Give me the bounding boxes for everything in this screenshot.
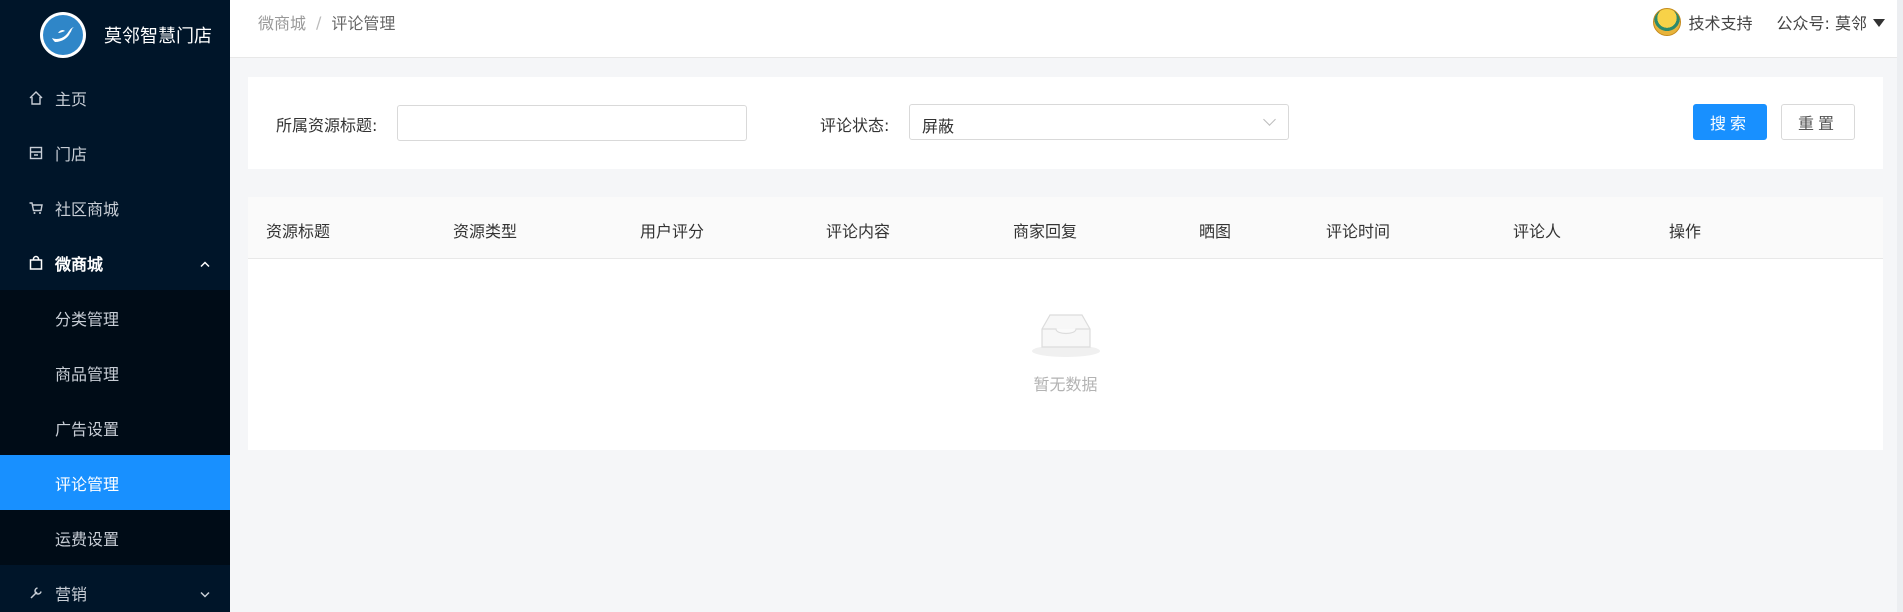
- empty-inbox-icon: [1030, 309, 1102, 361]
- empty-text: 暂无数据: [1033, 375, 1098, 394]
- sidebar-item-shipping[interactable]: 运费设置: [0, 510, 230, 565]
- header-actions: 技术支持 公众号: 莫邻: [1652, 8, 1885, 36]
- cart-icon: [27, 199, 45, 217]
- wrench-icon: [27, 584, 45, 602]
- sidebar-item-label: 营销: [55, 584, 88, 604]
- filter-panel: 所属资源标题: 评论状态: 屏蔽 搜索 重置: [248, 77, 1883, 169]
- column-resource-type: 资源类型: [453, 222, 518, 241]
- title-filter-input[interactable]: [397, 105, 747, 141]
- column-comment-content: 评论内容: [826, 222, 891, 241]
- reset-button[interactable]: 重置: [1781, 104, 1855, 140]
- brand-name: 莫邻智慧门店: [104, 26, 212, 47]
- brand[interactable]: 莫邻智慧门店: [0, 0, 230, 70]
- sidebar-item-micro-mall[interactable]: 微商城: [0, 235, 230, 290]
- column-merchant-reply: 商家回复: [1013, 222, 1078, 241]
- sidebar-item-label: 分类管理: [55, 309, 120, 329]
- store-icon: [27, 144, 45, 162]
- sidebar-item-products[interactable]: 商品管理: [0, 345, 230, 400]
- status-filter-value: 屏蔽: [922, 117, 955, 136]
- home-icon: [27, 89, 45, 107]
- sidebar-item-marketing[interactable]: 营销: [0, 565, 230, 612]
- sidebar-item-community-mall[interactable]: 社区商城: [0, 180, 230, 235]
- top-header: 微商城 / 评论管理 技术支持 公众号: 莫邻: [230, 0, 1903, 58]
- sidebar-item-label: 运费设置: [55, 529, 120, 549]
- column-user-rating: 用户评分: [640, 222, 705, 241]
- search-button[interactable]: 搜索: [1693, 104, 1767, 140]
- sidebar-item-label: 广告设置: [55, 419, 120, 439]
- sidebar-item-category[interactable]: 分类管理: [0, 290, 230, 345]
- sidebar-item-comments[interactable]: 评论管理: [0, 455, 230, 510]
- page-scrollbar[interactable]: [1897, 0, 1903, 612]
- breadcrumb-current: 评论管理: [331, 14, 396, 33]
- sidebar: 莫邻智慧门店 主页 门店 社区商城 微商城 分类管理 商品管理 广告设置 评论管…: [0, 0, 230, 612]
- column-actions: 操作: [1669, 222, 1702, 241]
- column-photos: 晒图: [1199, 222, 1232, 241]
- sidebar-item-label: 微商城: [55, 254, 104, 274]
- column-resource-title: 资源标题: [266, 222, 331, 241]
- status-filter-label: 评论状态:: [820, 116, 890, 135]
- column-comment-time: 评论时间: [1326, 222, 1391, 241]
- account-name[interactable]: 公众号: 莫邻: [1777, 10, 1867, 34]
- sidebar-item-ads[interactable]: 广告设置: [0, 400, 230, 455]
- sidebar-item-label: 门店: [55, 144, 88, 164]
- breadcrumb: 微商城 / 评论管理: [258, 10, 395, 34]
- status-filter-select[interactable]: 屏蔽: [909, 104, 1289, 140]
- sidebar-item-label: 商品管理: [55, 364, 120, 384]
- title-filter-label: 所属资源标题:: [276, 116, 378, 135]
- sidebar-item-label: 主页: [55, 89, 88, 109]
- sidebar-item-label: 评论管理: [55, 474, 120, 494]
- caret-down-icon[interactable]: [1873, 19, 1885, 27]
- empty-state: 暂无数据: [248, 309, 1883, 395]
- brand-logo-icon: [40, 12, 86, 58]
- shopping-bag-icon: [27, 254, 45, 272]
- sidebar-item-store[interactable]: 门店: [0, 125, 230, 180]
- comments-table: 资源标题 资源类型 用户评分 评论内容 商家回复 晒图 评论时间 评论人 操作 …: [248, 197, 1883, 450]
- breadcrumb-separator: /: [316, 12, 322, 32]
- breadcrumb-parent[interactable]: 微商城: [258, 10, 306, 34]
- support-link[interactable]: 技术支持: [1689, 10, 1753, 34]
- table-header: 资源标题 资源类型 用户评分 评论内容 商家回复 晒图 评论时间 评论人 操作: [248, 197, 1883, 259]
- support-icon[interactable]: [1652, 8, 1681, 36]
- chevron-down-icon: [200, 583, 210, 602]
- chevron-up-icon: [200, 253, 210, 272]
- column-commenter: 评论人: [1513, 222, 1562, 241]
- chevron-down-icon: [1263, 113, 1276, 126]
- submenu-micro-mall: 分类管理 商品管理 广告设置 评论管理 运费设置: [0, 290, 230, 565]
- sidebar-item-label: 社区商城: [55, 199, 120, 219]
- sidebar-item-home[interactable]: 主页: [0, 70, 230, 125]
